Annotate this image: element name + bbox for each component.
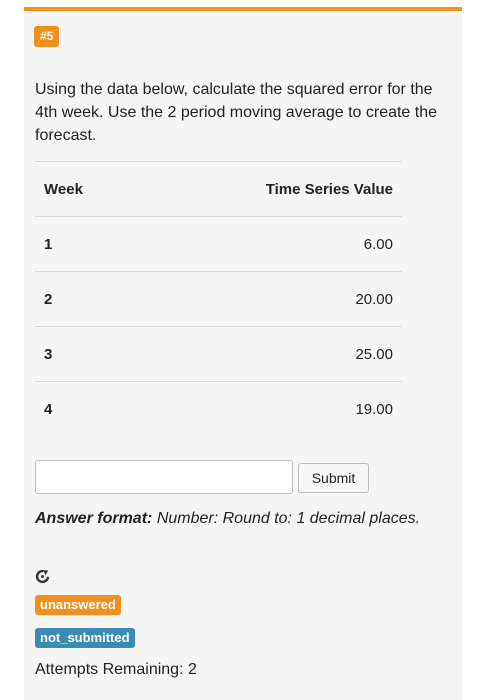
submit-button[interactable]: Submit (298, 463, 369, 493)
question-text: Using the data below, calculate the squa… (35, 81, 438, 144)
reset-icon[interactable] (35, 569, 50, 584)
unanswered-badge: unanswered (35, 595, 121, 615)
value-cell: 25.00 (138, 326, 402, 382)
value-cell: 19.00 (138, 381, 402, 436)
week-cell: 2 (35, 271, 139, 327)
problem-number-badge: #5 (34, 26, 60, 47)
table-row: 1 6.00 (35, 216, 402, 272)
problem-panel: #5 Using the data below, calculate the s… (24, 7, 462, 700)
value-cell: 6.00 (138, 216, 402, 272)
not-submitted-badge: not_submitted (35, 628, 135, 648)
answer-format-label: Answer format: (35, 510, 153, 527)
week-cell: 4 (35, 381, 139, 436)
table-row: 3 25.00 (35, 326, 402, 382)
attempts-remaining: Attempts Remaining: 2 (35, 661, 197, 678)
answer-input[interactable] (35, 460, 293, 494)
column-header-value: Time Series Value (138, 161, 402, 217)
answer-format-text: Number: Round to: 1 decimal places. (156, 510, 421, 527)
table-row: 2 20.00 (35, 271, 402, 327)
table-row: 4 19.00 (35, 381, 402, 436)
data-table: Week Time Series Value 1 6.00 2 20.00 3 … (35, 161, 402, 436)
week-cell: 1 (35, 216, 139, 272)
answer-format: Answer format: Number: Round to: 1 decim… (35, 510, 420, 528)
value-cell: 20.00 (138, 271, 402, 327)
table-header-row: Week Time Series Value (35, 161, 402, 217)
column-header-week: Week (35, 161, 139, 217)
week-cell: 3 (35, 326, 139, 382)
